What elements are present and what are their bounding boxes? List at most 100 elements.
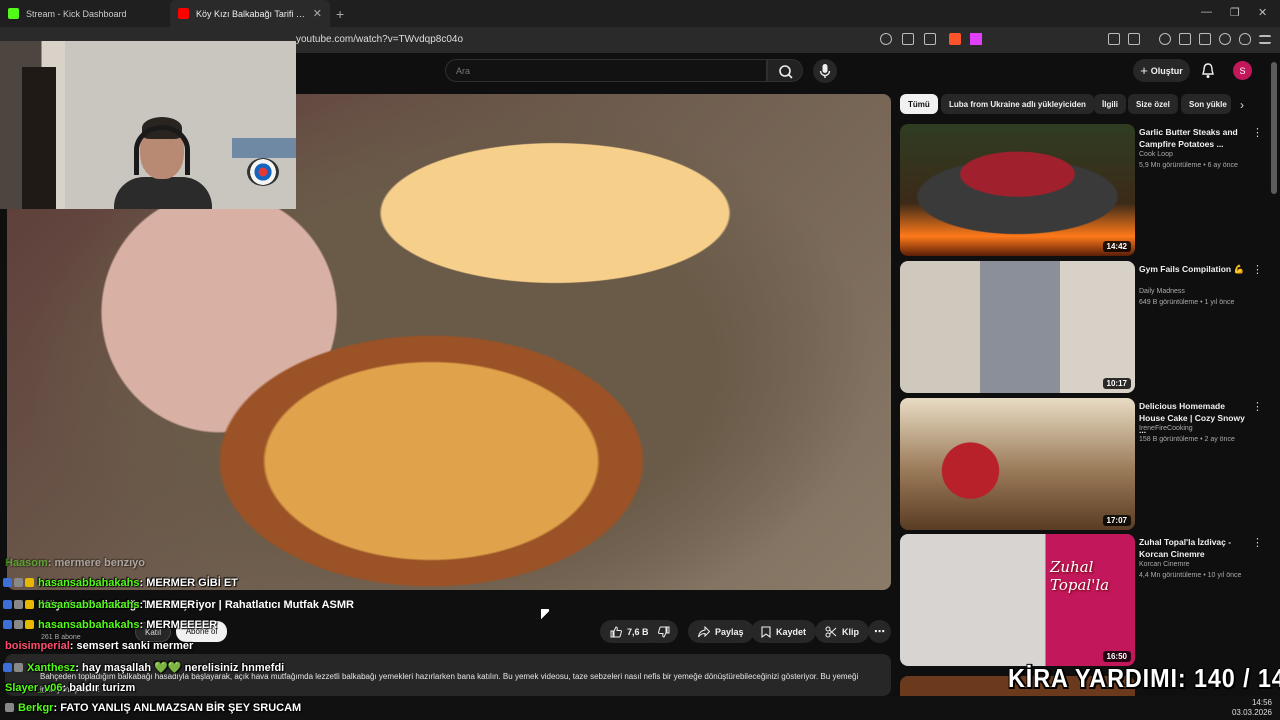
zoom-icon[interactable] [880,33,892,45]
chat-message: hasansabbahakahs: MERMER GİBİ ET [3,577,238,589]
video-title[interactable]: Garlic Butter Steaks and Campfire Potato… [1139,126,1251,150]
restore-icon[interactable]: ❐ [1230,6,1240,19]
webcam-person-body [114,177,212,209]
channel-name[interactable]: IreneFireCooking [1139,425,1193,432]
cast-icon[interactable] [902,33,914,45]
webcam-door [22,67,56,209]
tab-title: Stream - Kick Dashboard [26,8,127,19]
video-thumbnail[interactable]: 10:17 [900,261,1135,393]
clock-time: 14:56 [1251,698,1272,707]
share-page-icon[interactable] [924,33,936,45]
close-window-icon[interactable]: ✕ [1258,6,1267,19]
video-duration: 16:50 [1102,651,1131,662]
screenshot-icon[interactable] [1128,33,1140,45]
video-title[interactable]: Gym Fails Compilation 💪 [1139,263,1251,275]
webcam-headset [134,125,190,175]
bookmark-icon [761,625,771,638]
video-thumbnail[interactable]: Zuhal Topal'la 16:50 [900,534,1135,666]
video-meta: 158 B görüntüleme • 2 ay önce [1139,436,1235,443]
recommended-video[interactable]: 17:07 Delicious Homemade House Cake | Co… [900,398,1272,530]
scrollbar[interactable] [1271,62,1277,194]
webcam-poster [232,138,296,158]
more-actions-button[interactable]: ⋯ [868,620,891,643]
clip-button[interactable]: Klip [815,620,869,643]
thumbs-down-icon [658,626,670,638]
chat-message: Xanthesz: hay maşallah 💚💚 nerelisiniz hn… [3,661,284,674]
chat-message: boisimperial: semsert sanki mermer [5,640,194,652]
chip-uploader[interactable]: Luba from Ukraine adlı yükleyiciden [941,94,1094,114]
video-meta: 4,4 Mn görüntüleme • 10 yıl önce [1139,572,1242,579]
search-icon [779,65,793,79]
channel-name[interactable]: Daily Madness [1139,288,1185,295]
voice-search-button[interactable] [813,59,837,83]
video-thumbnail[interactable]: 14:42 [900,124,1135,256]
chip-related[interactable]: İlgili [1094,94,1126,114]
more-vert-icon[interactable]: ⋮ [1252,126,1263,139]
chat-message: Berkgr: FATO YANLIŞ ANLMAZSAN BİR ŞEY SR… [5,702,301,714]
webcam-dartboard [247,158,279,186]
search-input[interactable]: Ara [445,59,767,82]
chat-badges [3,578,34,587]
chat-message: hasansabbahakahs: MERMEEEER [3,619,217,631]
chat-badges [3,600,34,609]
video-duration: 17:07 [1102,515,1131,526]
more-vert-icon[interactable]: ⋮ [1252,400,1263,413]
kick-logo-icon [8,8,19,19]
thumbs-up-icon [610,625,622,637]
recommended-video[interactable]: 14:42 Garlic Butter Steaks and Campfire … [900,124,1272,256]
chat-message: hasansabbahakahs: MERMER [3,599,195,611]
extensions-icon[interactable] [1108,33,1120,45]
chat-message: Slayer_v06: baldır turizm [5,682,136,694]
new-tab-icon[interactable]: + [336,6,344,22]
chat-badges [5,703,14,712]
brave-rewards-icon[interactable] [970,33,982,45]
vpn-icon[interactable] [1239,33,1251,45]
menu-icon[interactable] [1259,35,1271,44]
channel-name[interactable]: Cook Loop [1139,151,1173,158]
minimize-icon[interactable]: — [1201,6,1212,18]
tab-kick-dashboard[interactable]: Stream - Kick Dashboard [0,0,170,27]
dislike-button[interactable] [650,620,678,643]
scissors-icon [825,626,837,637]
more-vert-icon[interactable]: ⋮ [1252,536,1263,549]
video-title[interactable]: Zuhal Topal'la İzdivaç - Korcan Cinemre [1139,536,1251,560]
system-clock[interactable]: 14:56 03.03.2026 [1232,698,1272,718]
chip-for-you[interactable]: Size özel [1128,94,1178,114]
video-thumbnail[interactable]: 17:07 [900,398,1135,530]
mouse-cursor [541,609,549,621]
donation-goal-overlay: KİRA YARDIMI: 140 / 145 [1008,663,1280,693]
video-duration: 10:17 [1102,378,1131,389]
channel-name[interactable]: Korcan Cinemre [1139,561,1190,568]
microphone-icon [819,64,831,78]
chat-badges [3,620,34,629]
share-button[interactable]: Paylaş [688,620,754,643]
chip-all[interactable]: Tümü [900,94,938,114]
youtube-logo-icon [178,8,189,19]
thumbnail-overlay-text: Zuhal Topal'la [1050,558,1110,594]
chip-recent[interactable]: Son yükle [1181,94,1231,114]
tab-youtube-video[interactable]: Köy Kızı Balkabağı Tarifi Pişiriyor ✕ [170,0,330,27]
media-icon[interactable] [1159,33,1171,45]
wallet-icon[interactable] [1199,33,1211,45]
tab-title: Köy Kızı Balkabağı Tarifi Pişiriyor [196,8,307,19]
leo-ai-icon[interactable] [1219,33,1231,45]
recommended-video[interactable]: 10:17 Gym Fails Compilation 💪 Daily Madn… [900,261,1272,393]
url-field[interactable]: youtube.com/watch?v=TWvdqp8c04o [296,34,463,45]
search-button[interactable] [767,59,803,82]
more-vert-icon[interactable]: ⋮ [1252,263,1263,276]
account-avatar[interactable]: S [1233,61,1252,80]
create-button[interactable]: + Oluştur [1133,59,1190,82]
create-label: Oluştur [1150,65,1183,76]
clip-label: Klip [842,626,859,637]
notifications-bell-icon[interactable] [1200,62,1216,79]
sidebar-icon[interactable] [1179,33,1191,45]
share-icon [698,625,710,637]
browser-tab-strip: Stream - Kick Dashboard Köy Kızı Balkaba… [0,0,1280,27]
recommended-video[interactable]: Zuhal Topal'la 16:50 Zuhal Topal'la İzdi… [900,534,1272,666]
chevron-right-icon[interactable]: › [1240,98,1244,112]
brave-shield-icon[interactable] [949,33,961,45]
close-tab-icon[interactable]: ✕ [313,7,322,20]
video-meta: 649 B görüntüleme • 1 yıl önce [1139,299,1235,306]
save-button[interactable]: Kaydet [751,620,817,643]
video-duration: 14:42 [1102,241,1131,252]
